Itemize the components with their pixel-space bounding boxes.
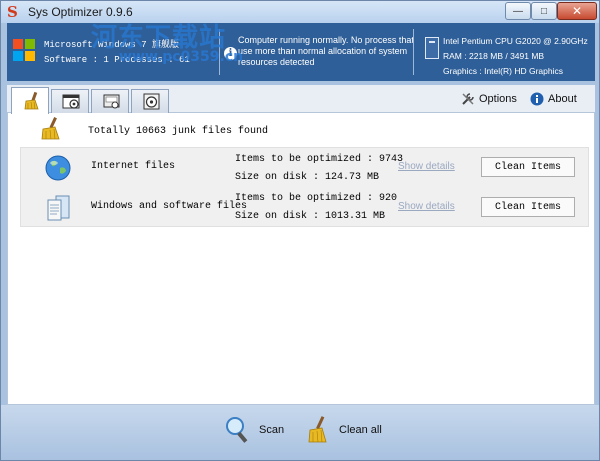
status-line-2: use more than normal allocation of syste…: [238, 46, 408, 56]
list-item: Internet files Items to be optimized : 9…: [21, 148, 590, 188]
toolbar: Options About: [7, 85, 595, 114]
about-button[interactable]: About: [530, 91, 577, 107]
options-label: Options: [479, 93, 517, 105]
globe-icon: [45, 155, 71, 181]
clean-items-button[interactable]: Clean Items: [481, 157, 575, 177]
about-label: About: [548, 93, 577, 105]
clean-all-button[interactable]: Clean all: [305, 415, 382, 445]
broom-icon: [308, 416, 327, 443]
list-item: Windows and software files Items to be o…: [21, 188, 590, 228]
tab-startup[interactable]: [51, 89, 89, 113]
status-line-1: Computer running normally. No process th…: [238, 35, 414, 45]
scan-button[interactable]: Scan: [225, 415, 284, 445]
watermark-url: www.pc0359.cn: [119, 49, 244, 65]
tools-icon: [462, 93, 474, 105]
clean-all-label: Clean all: [339, 424, 382, 436]
item-name: Internet files: [91, 161, 176, 172]
items-count: Items to be optimized : 920: [235, 193, 398, 204]
tab-cleaner[interactable]: [11, 87, 49, 114]
divider: [413, 29, 414, 75]
show-details-link[interactable]: Show details: [398, 161, 455, 172]
tab-disk[interactable]: [91, 89, 129, 113]
close-button[interactable]: ✕: [557, 2, 597, 20]
tab-cd[interactable]: [131, 89, 169, 113]
junk-files-panel: Totally 10663 junk files found Internet …: [7, 113, 595, 405]
maximize-button[interactable]: □: [531, 2, 557, 20]
cpu-info: Intel Pentium CPU G2020 @ 2.90GHz: [443, 36, 588, 46]
magnifier-icon: [226, 417, 248, 443]
show-details-link[interactable]: Show details: [398, 201, 455, 212]
graphics-info: Graphics : Intel(R) HD Graphics: [443, 66, 563, 76]
item-name: Windows and software files: [91, 201, 248, 212]
startup-icon: [62, 94, 80, 109]
broom-icon: [41, 117, 60, 140]
ram-info: RAM : 2218 MB / 3491 MB: [443, 51, 545, 61]
windows-logo-icon: [13, 39, 37, 63]
clean-items-button[interactable]: Clean Items: [481, 197, 575, 217]
bottom-action-bar: Scan Clean all: [1, 405, 599, 460]
scan-label: Scan: [259, 424, 285, 436]
size-on-disk: Size on disk : 124.73 MB: [235, 172, 380, 183]
junk-items-list: Internet files Items to be optimized : 9…: [20, 147, 589, 227]
app-window: S Sys Optimizer 0.9.6 — □ ✕ Microsoft Wi…: [0, 0, 600, 461]
status-line-3: resources detected: [238, 57, 315, 67]
options-button[interactable]: Options: [461, 91, 517, 107]
documents-icon: [47, 195, 70, 221]
minimize-button[interactable]: —: [505, 2, 531, 20]
disk-icon: [103, 94, 120, 109]
size-on-disk: Size on disk : 1013.31 MB: [235, 211, 386, 222]
computer-icon: [425, 37, 439, 59]
info-icon: [530, 92, 544, 106]
app-logo-icon: S: [7, 3, 18, 21]
cd-icon: [143, 93, 160, 110]
items-count: Items to be optimized : 9743: [235, 154, 404, 165]
broom-icon: [24, 91, 39, 110]
junk-summary: Totally 10663 junk files found: [88, 126, 269, 137]
